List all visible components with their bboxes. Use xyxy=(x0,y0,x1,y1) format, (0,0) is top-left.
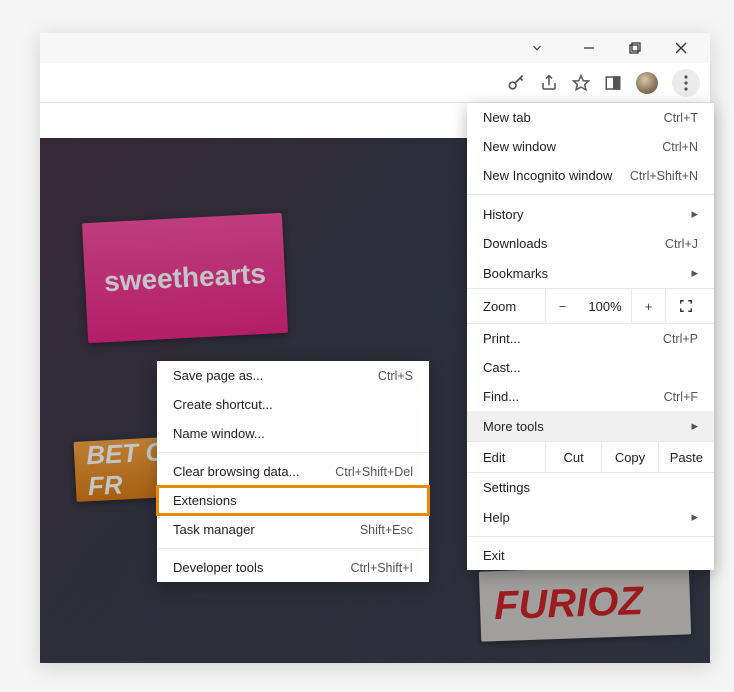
menu-item-new-window[interactable]: New window Ctrl+N xyxy=(467,132,714,161)
zoom-in-button[interactable]: + xyxy=(631,289,665,323)
chevron-right-icon: ▸ xyxy=(691,206,698,222)
profile-avatar[interactable] xyxy=(636,72,658,94)
submenu-item-create-shortcut[interactable]: Create shortcut... xyxy=(157,390,429,419)
zoom-out-button[interactable]: − xyxy=(545,289,579,323)
menu-item-new-incognito[interactable]: New Incognito window Ctrl+Shift+N xyxy=(467,161,714,190)
menu-label: Create shortcut... xyxy=(173,397,273,412)
cut-button[interactable]: Cut xyxy=(545,442,601,472)
menu-item-print[interactable]: Print... Ctrl+P xyxy=(467,324,714,353)
menu-label: More tools xyxy=(483,419,691,434)
titlebar xyxy=(40,33,710,63)
tab-chevron-icon[interactable] xyxy=(514,33,560,63)
menu-label: Cast... xyxy=(483,360,698,375)
menu-item-bookmarks[interactable]: Bookmarks ▸ xyxy=(467,258,714,288)
minimize-button[interactable] xyxy=(566,33,612,63)
menu-zoom-row: Zoom − 100% + xyxy=(467,288,714,324)
submenu-item-name-window[interactable]: Name window... xyxy=(157,419,429,448)
menu-shortcut: Ctrl+F xyxy=(664,390,698,404)
key-icon[interactable] xyxy=(506,73,526,93)
fullscreen-button[interactable] xyxy=(665,289,705,323)
chrome-main-menu: New tab Ctrl+T New window Ctrl+N New Inc… xyxy=(467,103,714,570)
menu-item-exit[interactable]: Exit xyxy=(467,541,714,570)
menu-label: Help xyxy=(483,510,691,525)
chevron-right-icon: ▸ xyxy=(691,265,698,281)
chevron-right-icon: ▸ xyxy=(691,509,698,525)
edit-label: Edit xyxy=(467,450,545,465)
maximize-button[interactable] xyxy=(612,33,658,63)
menu-item-cast[interactable]: Cast... xyxy=(467,353,714,382)
menu-label: New window xyxy=(483,139,662,154)
zoom-value: 100% xyxy=(579,299,631,314)
menu-label: Save page as... xyxy=(173,368,263,383)
submenu-item-save-page[interactable]: Save page as... Ctrl+S xyxy=(157,361,429,390)
menu-item-more-tools[interactable]: More tools ▸ xyxy=(467,411,714,441)
menu-label: Task manager xyxy=(173,522,255,537)
copy-button[interactable]: Copy xyxy=(601,442,657,472)
menu-label: Print... xyxy=(483,331,663,346)
close-button[interactable] xyxy=(658,33,704,63)
menu-label: New tab xyxy=(483,110,664,125)
menu-shortcut: Ctrl+Shift+I xyxy=(350,561,413,575)
menu-label: Settings xyxy=(483,480,698,495)
share-icon[interactable] xyxy=(540,74,558,92)
menu-label: History xyxy=(483,207,691,222)
panel-icon[interactable] xyxy=(604,74,622,92)
menu-item-new-tab[interactable]: New tab Ctrl+T xyxy=(467,103,714,132)
menu-label: Name window... xyxy=(173,426,265,441)
menu-edit-row: Edit Cut Copy Paste xyxy=(467,441,714,473)
submenu-item-developer-tools[interactable]: Developer tools Ctrl+Shift+I xyxy=(157,553,429,582)
menu-label: Bookmarks xyxy=(483,266,691,281)
menu-label: Find... xyxy=(483,389,664,404)
star-icon[interactable] xyxy=(572,74,590,92)
menu-separator xyxy=(467,536,714,537)
menu-separator xyxy=(157,548,429,549)
toolbar xyxy=(40,63,710,103)
menu-label: New Incognito window xyxy=(483,168,630,183)
menu-label: Downloads xyxy=(483,236,665,251)
menu-label: Extensions xyxy=(173,493,237,508)
submenu-item-clear-browsing[interactable]: Clear browsing data... Ctrl+Shift+Del xyxy=(157,457,429,486)
menu-shortcut: Ctrl+T xyxy=(664,111,698,125)
paste-button[interactable]: Paste xyxy=(658,442,714,472)
menu-shortcut: Ctrl+N xyxy=(662,140,698,154)
menu-shortcut: Shift+Esc xyxy=(360,523,413,537)
menu-shortcut: Ctrl+Shift+N xyxy=(630,169,698,183)
more-tools-submenu: Save page as... Ctrl+S Create shortcut..… xyxy=(157,361,429,582)
kebab-menu-button[interactable] xyxy=(672,69,700,97)
submenu-item-task-manager[interactable]: Task manager Shift+Esc xyxy=(157,515,429,544)
menu-shortcut: Ctrl+Shift+Del xyxy=(335,465,413,479)
menu-label: Exit xyxy=(483,548,698,563)
menu-label: Clear browsing data... xyxy=(173,464,299,479)
menu-shortcut: Ctrl+S xyxy=(378,369,413,383)
zoom-label: Zoom xyxy=(467,299,545,314)
menu-item-find[interactable]: Find... Ctrl+F xyxy=(467,382,714,411)
submenu-item-extensions[interactable]: Extensions xyxy=(157,486,429,515)
menu-item-history[interactable]: History ▸ xyxy=(467,199,714,229)
menu-separator xyxy=(157,452,429,453)
chevron-right-icon: ▸ xyxy=(691,418,698,434)
menu-item-settings[interactable]: Settings xyxy=(467,473,714,502)
menu-item-help[interactable]: Help ▸ xyxy=(467,502,714,532)
menu-separator xyxy=(467,194,714,195)
menu-shortcut: Ctrl+J xyxy=(665,237,698,251)
menu-item-downloads[interactable]: Downloads Ctrl+J xyxy=(467,229,714,258)
menu-label: Developer tools xyxy=(173,560,263,575)
menu-shortcut: Ctrl+P xyxy=(663,332,698,346)
